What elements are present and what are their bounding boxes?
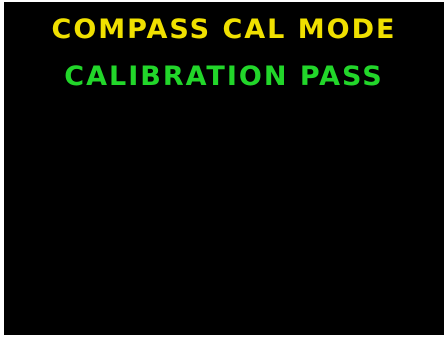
calibration-status: CALIBRATION PASS [64, 61, 384, 92]
calibration-display: COMPASS CAL MODE CALIBRATION PASS [4, 2, 444, 335]
mode-title: COMPASS CAL MODE [51, 14, 397, 45]
